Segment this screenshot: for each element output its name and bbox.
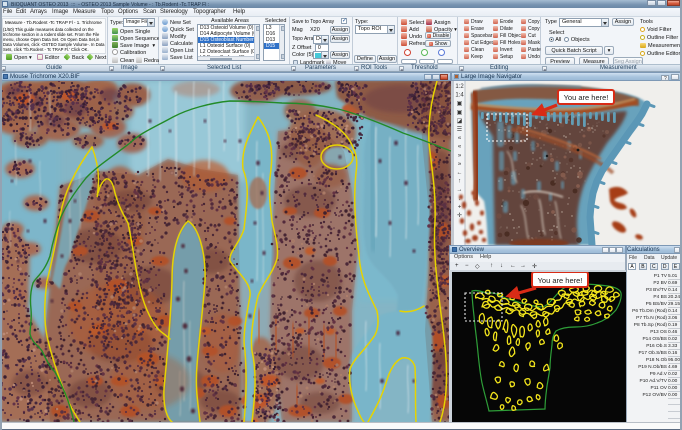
- svg-text:→: →: [457, 187, 463, 193]
- svg-text:◪: ◪: [457, 118, 463, 124]
- svg-text:←: ←: [457, 170, 463, 176]
- svg-text:▣: ▣: [457, 101, 463, 107]
- svg-text:+: +: [458, 204, 462, 210]
- svg-text:▣: ▣: [457, 110, 463, 116]
- svg-text:1:4: 1:4: [455, 93, 464, 99]
- svg-text:↑: ↑: [458, 179, 461, 185]
- svg-text:You are here!: You are here!: [564, 93, 609, 102]
- svg-text:You are here!: You are here!: [538, 276, 583, 285]
- svg-text:1:2: 1:2: [455, 84, 464, 90]
- svg-text:✛: ✛: [457, 212, 462, 219]
- svg-text:☰: ☰: [457, 126, 462, 133]
